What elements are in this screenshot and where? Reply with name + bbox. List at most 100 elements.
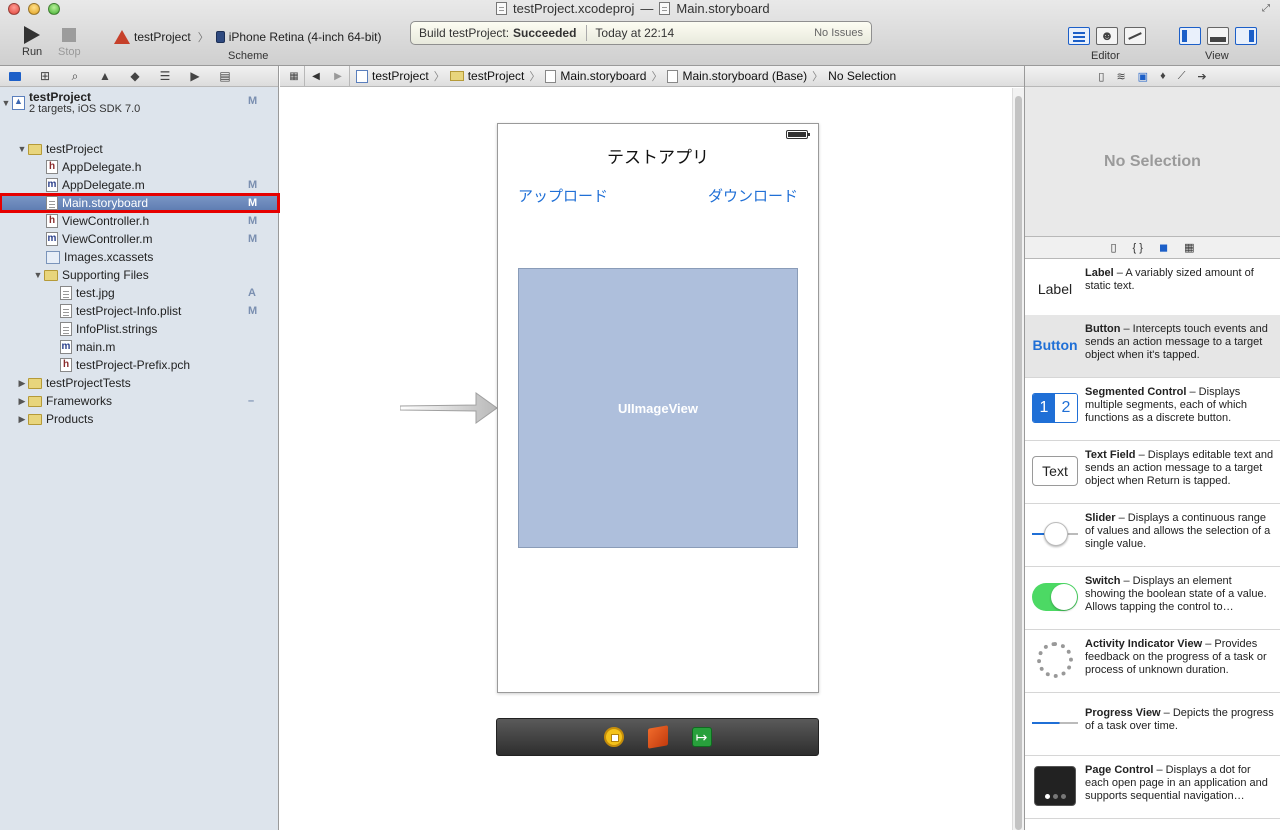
breadcrumb-file[interactable]: Main.storyboard: [545, 69, 646, 83]
disclosure-closed-icon[interactable]: ▶: [16, 396, 28, 407]
zoom-window-button[interactable]: [48, 3, 60, 15]
navigator-toggle-icon[interactable]: [1179, 27, 1201, 45]
version-editor-icon[interactable]: [1124, 27, 1146, 45]
connections-inspector-icon[interactable]: ➔: [1197, 70, 1206, 83]
first-responder-icon[interactable]: [647, 725, 668, 749]
library-item-text-field[interactable]: Text Text Field – Displays editable text…: [1025, 441, 1280, 504]
library-item-text: Slider – Displays a continuous range of …: [1085, 510, 1275, 560]
breadcrumb-group[interactable]: testProject: [449, 69, 525, 83]
minimize-window-button[interactable]: [28, 3, 40, 15]
breadcrumb-localization[interactable]: Main.storyboard (Base): [667, 69, 807, 83]
view-toggle-control: [1179, 27, 1257, 45]
disclosure-open-icon[interactable]: ▼: [0, 98, 12, 108]
utilities-toggle-icon[interactable]: [1235, 27, 1257, 45]
code-snippet-library-icon[interactable]: { }: [1133, 242, 1143, 254]
library-item-label[interactable]: Label Label – A variably sized amount of…: [1025, 259, 1280, 322]
library-item-activity-indicator[interactable]: Activity Indicator View – Provides feedb…: [1025, 630, 1280, 693]
exit-icon[interactable]: [691, 727, 712, 747]
library-item-button[interactable]: Button Button – Intercepts touch events …: [1025, 315, 1280, 378]
related-items-icon[interactable]: ▦: [284, 71, 304, 82]
image-view[interactable]: UIImageView: [518, 268, 798, 548]
issues-count[interactable]: No Issues: [814, 27, 863, 39]
tree-project-root[interactable]: ▼ testProject 2 targets, iOS SDK 7.0 M: [0, 90, 279, 116]
project-navigator-tab[interactable]: [0, 66, 30, 87]
library-item-page-control[interactable]: Page Control – Displays a dot for each o…: [1025, 756, 1280, 819]
stop-button[interactable]: Stop: [58, 26, 81, 58]
test-navigator-tab[interactable]: ◆: [120, 66, 150, 87]
library-item-switch[interactable]: Switch – Displays an element showing the…: [1025, 567, 1280, 630]
breadcrumb-project[interactable]: testProject: [356, 69, 429, 83]
tree-group-testproject[interactable]: ▼ testProject: [0, 140, 279, 158]
tree-file-infoplist-strings[interactable]: InfoPlist.strings: [0, 320, 279, 338]
attributes-inspector-icon[interactable]: ♦: [1160, 70, 1166, 82]
switch-icon: [1032, 583, 1078, 611]
quick-help-icon[interactable]: ≋: [1116, 70, 1125, 83]
debug-navigator-tab[interactable]: ☰: [150, 66, 180, 87]
tree-file-appdelegate-h[interactable]: h AppDelegate.h: [0, 158, 279, 176]
standard-editor-icon[interactable]: [1068, 27, 1090, 45]
disclosure-open-icon[interactable]: ▼: [32, 270, 44, 280]
tree-file-info-plist[interactable]: testProject-Info.plist M: [0, 302, 279, 320]
disclosure-closed-icon[interactable]: ▶: [16, 414, 28, 425]
scene-title-label[interactable]: テストアプリ: [498, 143, 818, 168]
view-controller-icon[interactable]: [603, 727, 624, 747]
tree-group-products[interactable]: ▶ Products: [0, 410, 279, 428]
library-item-segmented-control[interactable]: 1 2 Segmented Control – Displays multipl…: [1025, 378, 1280, 441]
tree-file-prefix-pch[interactable]: h testProject-Prefix.pch: [0, 356, 279, 374]
tree-file-main-m[interactable]: m main.m: [0, 338, 279, 356]
breadcrumb-label: testProject: [467, 69, 525, 83]
scheme-target[interactable]: testProject: [134, 30, 191, 44]
tree-group-frameworks[interactable]: ▶ Frameworks –: [0, 392, 279, 410]
page-control-thumbnail: [1031, 762, 1079, 810]
file-inspector-icon[interactable]: ▯: [1098, 70, 1104, 83]
log-navigator-tab[interactable]: ▤: [210, 66, 240, 87]
page-control-icon: [1034, 766, 1076, 806]
chevron-right-icon: 〉: [812, 71, 824, 83]
run-button[interactable]: Run: [22, 26, 42, 58]
find-navigator-tab[interactable]: ⌕: [60, 66, 90, 87]
canvas-scrollbar[interactable]: [1012, 88, 1024, 830]
tree-file-images-xcassets[interactable]: Images.xcassets: [0, 248, 279, 266]
scheme-selector[interactable]: testProject 〉 iPhone Retina (4-inch 64-b…: [114, 29, 381, 45]
view-controller-scene[interactable]: テストアプリ アップロード ダウンロード UIImageView: [497, 123, 819, 693]
library-item-progress-view[interactable]: Progress View – Depicts the progress of …: [1025, 693, 1280, 756]
close-window-button[interactable]: [8, 3, 20, 15]
tree-group-supporting-files[interactable]: ▼ Supporting Files: [0, 266, 279, 284]
tree-item-label: testProject-Info.plist: [76, 304, 182, 318]
file-template-library-icon[interactable]: ▯: [1110, 241, 1116, 254]
breadcrumb-label: testProject: [372, 69, 429, 83]
tree-file-main-storyboard[interactable]: Main.storyboard M: [0, 193, 280, 213]
tree-file-test-jpg[interactable]: test.jpg A: [0, 284, 279, 302]
no-selection-label: No Selection: [1104, 152, 1201, 170]
library-tabs: ▯ { } ◼ ▦: [1025, 237, 1280, 259]
media-library-icon[interactable]: ▦: [1184, 241, 1194, 254]
assistant-editor-icon[interactable]: [1096, 27, 1118, 45]
disclosure-closed-icon[interactable]: ▶: [16, 378, 28, 389]
identity-inspector-icon[interactable]: ▣: [1138, 70, 1148, 83]
library-item-slider[interactable]: Slider – Displays a continuous range of …: [1025, 504, 1280, 567]
storyboard-canvas[interactable]: テストアプリ アップロード ダウンロード UIImageView: [280, 88, 1012, 830]
scheme-device[interactable]: iPhone Retina (4-inch 64-bit): [229, 30, 382, 44]
build-prefix: Build testProject:: [419, 26, 510, 40]
forward-arrow-icon[interactable]: ▶: [327, 71, 349, 82]
tree-group-testprojecttests[interactable]: ▶ testProjectTests: [0, 374, 279, 392]
tree-file-appdelegate-m[interactable]: m AppDelegate.m M: [0, 176, 279, 194]
debug-area-toggle-icon[interactable]: [1207, 27, 1229, 45]
initial-view-controller-arrow-icon[interactable]: [400, 388, 500, 428]
symbol-navigator-tab[interactable]: ⊞: [30, 66, 60, 87]
upload-button[interactable]: アップロード: [518, 185, 608, 206]
disclosure-open-icon[interactable]: ▼: [16, 144, 28, 154]
tree-file-viewcontroller-h[interactable]: h ViewController.h M: [0, 212, 279, 230]
size-inspector-icon[interactable]: ⟋: [1178, 70, 1186, 83]
object-library-icon[interactable]: ◼: [1159, 241, 1168, 254]
back-arrow-icon[interactable]: ◀: [305, 71, 327, 82]
download-button[interactable]: ダウンロード: [708, 185, 798, 206]
breadcrumb-selection[interactable]: No Selection: [828, 69, 896, 83]
fullscreen-icon[interactable]: ⤢: [1262, 3, 1274, 15]
breakpoint-navigator-tab[interactable]: ▶: [180, 66, 210, 87]
scrollbar-thumb[interactable]: [1015, 96, 1022, 830]
scene-dock: [496, 718, 819, 756]
tree-file-viewcontroller-m[interactable]: m ViewController.m M: [0, 230, 279, 248]
window-title-file: Main.storyboard: [676, 1, 770, 16]
issue-navigator-tab[interactable]: ▲: [90, 66, 120, 87]
